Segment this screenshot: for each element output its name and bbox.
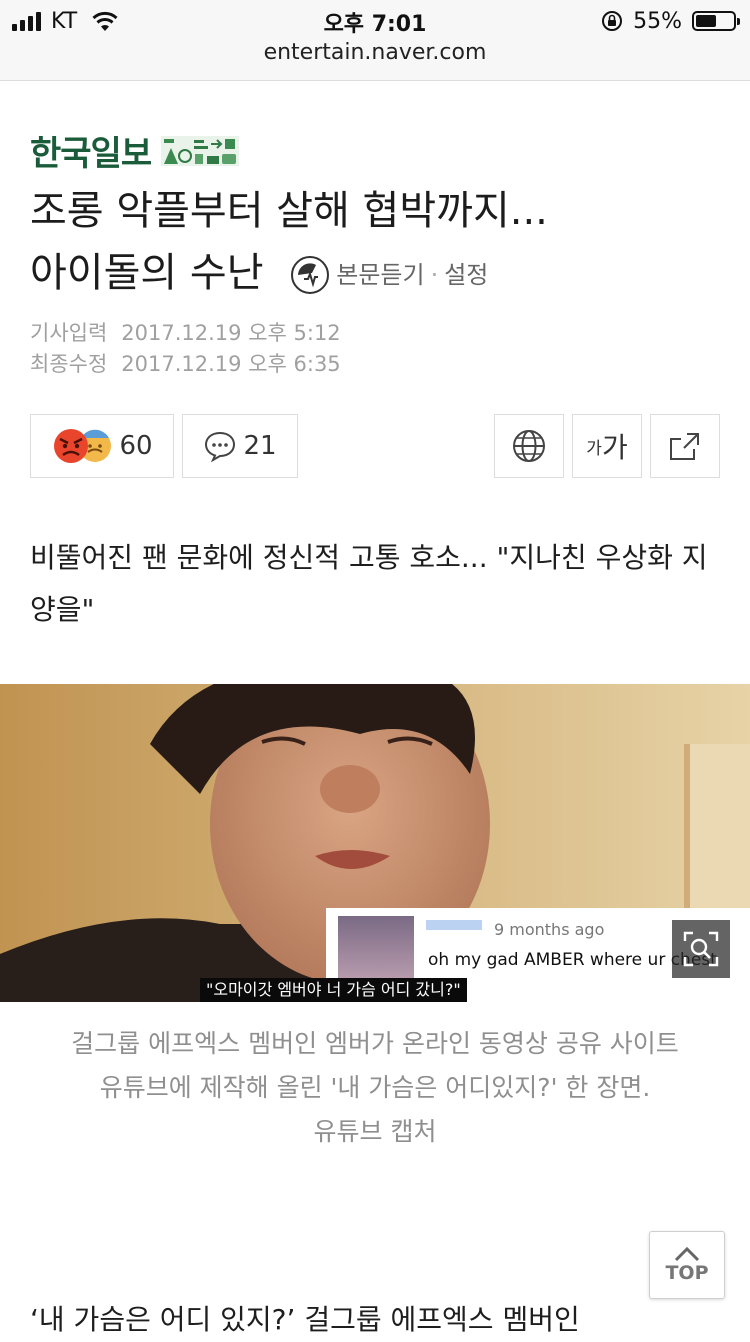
tts-listen-link[interactable]: 본문듣기 xyxy=(336,244,424,306)
commenter-name-blurred xyxy=(426,920,482,930)
share-icon xyxy=(670,433,699,460)
modified-row: 최종수정 2017.12.19 오후 6:35 xyxy=(30,349,341,380)
caption-line-2: 유튜브에 제작해 올린 '내 가슴은 어디있지?' 한 장면. xyxy=(99,1073,651,1102)
url-bar[interactable]: entertain.naver.com xyxy=(0,40,750,65)
article-photo[interactable]: 9 months ago oh my gad AMBER where ur ch… xyxy=(0,684,750,1002)
caption-line-1: 걸그룹 에프엑스 멤버인 엠버가 온라인 동영상 공유 사이트 xyxy=(71,1029,679,1058)
battery-percent: 55% xyxy=(633,8,682,34)
scroll-top-label: TOP xyxy=(665,1262,709,1284)
translate-button[interactable] xyxy=(494,414,564,478)
press-name[interactable]: 한국일보 xyxy=(30,126,152,175)
battery-fill xyxy=(696,15,716,27)
status-right: 55% xyxy=(601,6,740,36)
press-header[interactable]: 한국일보 xyxy=(30,126,240,175)
headline: 조롱 악플부터 살해 협박까지... 아이돌의 수난 본문듣기 · 설정 xyxy=(30,180,720,306)
headline-line-2: 아이돌의 수난 본문듣기 · 설정 xyxy=(30,242,720,306)
font-size-small-label: 가 xyxy=(586,438,602,459)
tts-icon[interactable] xyxy=(290,255,330,295)
published-date: 2017.12.19 오후 5:12 xyxy=(121,321,341,345)
headline-line-2-text: 아이돌의 수난 xyxy=(30,250,264,296)
reaction-button[interactable]: 60 xyxy=(30,414,174,478)
reaction-icons xyxy=(54,429,112,463)
angry-face-icon xyxy=(54,429,89,463)
article-body-paragraph: ‘내 가슴은 어디 있지?’ 걸그룹 에프엑스 멤버인 xyxy=(30,1303,580,1336)
font-size-button[interactable]: 가가 xyxy=(572,414,642,478)
caption-credit: 유튜브 캡처 xyxy=(313,1117,437,1146)
zoom-icon xyxy=(683,931,719,967)
modified-date: 2017.12.19 오후 6:35 xyxy=(121,352,341,376)
font-size-big-label: 가 xyxy=(601,431,628,464)
battery-icon xyxy=(692,11,740,31)
tts-settings-link[interactable]: 설정 xyxy=(444,244,488,306)
tts-control: 본문듣기 · 설정 xyxy=(290,244,488,306)
globe-icon xyxy=(513,430,545,462)
comment-button[interactable]: 21 xyxy=(182,414,298,478)
published-label: 기사입력 xyxy=(30,321,108,345)
scroll-top-button[interactable]: TOP xyxy=(649,1231,725,1299)
share-button[interactable] xyxy=(650,414,720,478)
tts-separator: · xyxy=(430,261,439,289)
comment-icon xyxy=(205,431,236,462)
comment-time: 9 months ago xyxy=(494,920,605,939)
headline-line-1: 조롱 악플부터 살해 협박까지... xyxy=(30,188,548,234)
chevron-up-icon xyxy=(674,1246,700,1262)
comment-count: 21 xyxy=(243,431,277,461)
modified-label: 최종수정 xyxy=(30,352,108,376)
published-row: 기사입력 2017.12.19 오후 5:12 xyxy=(30,318,341,349)
sub-headline: 비뚤어진 팬 문화에 정신적 고통 호소... "지나친 우상화 지양을" xyxy=(30,541,708,626)
reaction-count: 60 xyxy=(119,431,153,461)
article-dates: 기사입력 2017.12.19 오후 5:12 최종수정 2017.12.19 오후… xyxy=(30,318,341,380)
video-subtitle: "오마이갓 엠버야 너 가슴 어디 갔니?" xyxy=(200,978,467,1002)
photo-caption: 걸그룹 에프엑스 멤버인 엠버가 온라인 동영상 공유 사이트 유튜브에 제작해… xyxy=(30,1022,720,1154)
press-logo-icon xyxy=(161,135,240,166)
lock-rotation-icon xyxy=(602,11,623,31)
status-bar: KT 오후 7:01 55% entertain.naver.com xyxy=(0,0,750,81)
zoom-button[interactable] xyxy=(672,920,730,978)
